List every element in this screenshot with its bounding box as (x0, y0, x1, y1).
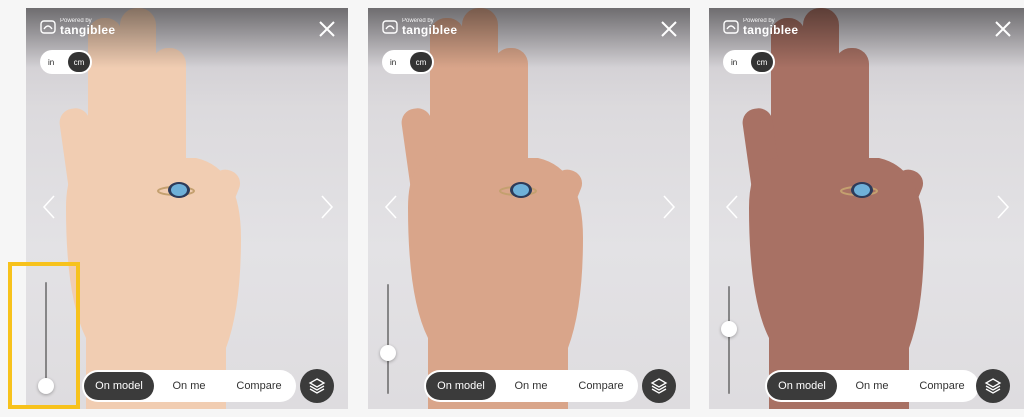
unit-cm-option[interactable]: cm (68, 52, 90, 72)
brand-logo: Powered by tangiblee (382, 18, 457, 36)
skin-tone-slider[interactable] (721, 286, 737, 394)
slider-track[interactable] (728, 286, 730, 394)
close-icon[interactable] (660, 20, 678, 38)
unit-toggle[interactable]: in cm (723, 50, 775, 74)
unit-inch-option[interactable]: in (48, 58, 54, 67)
slider-thumb[interactable] (380, 345, 396, 362)
tangiblee-logo-icon (382, 20, 398, 34)
chevron-left-icon[interactable] (42, 194, 56, 220)
try-on-panel-3: Powered by tangiblee in cm On model On m… (709, 8, 1024, 409)
unit-toggle[interactable]: in cm (40, 50, 92, 74)
slider-track[interactable] (387, 284, 389, 394)
brand-logo: Powered by tangiblee (723, 18, 798, 36)
skin-tone-slider[interactable] (380, 284, 396, 394)
unit-toggle[interactable]: in cm (382, 50, 434, 74)
mode-on-model-button[interactable]: On model (426, 372, 496, 400)
powered-by-label: Powered by (402, 18, 434, 24)
close-icon[interactable] (994, 20, 1012, 38)
tangiblee-logo-icon (40, 20, 56, 34)
layers-icon (984, 378, 1002, 394)
slider-thumb[interactable] (721, 320, 737, 337)
chevron-right-icon[interactable] (320, 194, 334, 220)
powered-by-label: Powered by (60, 18, 92, 24)
unit-inch-option[interactable]: in (390, 58, 396, 67)
unit-cm-option[interactable]: cm (751, 52, 773, 72)
close-icon[interactable] (318, 20, 336, 38)
layers-button[interactable] (642, 369, 676, 403)
skin-tone-slider[interactable] (38, 282, 54, 394)
try-on-panel-1: Powered by tangiblee in cm On model On m… (26, 8, 348, 409)
unit-inch-option[interactable]: in (731, 58, 737, 67)
mode-on-me-button[interactable]: On me (837, 372, 907, 400)
mode-on-model-button[interactable]: On model (84, 372, 154, 400)
view-mode-switch: On model On me Compare (424, 370, 638, 402)
powered-by-label: Powered by (743, 18, 775, 24)
mode-compare-button[interactable]: Compare (907, 372, 977, 400)
layers-button[interactable] (976, 369, 1010, 403)
layers-icon (650, 378, 668, 394)
view-mode-switch: On model On me Compare (82, 370, 296, 402)
mode-on-model-button[interactable]: On model (767, 372, 837, 400)
mode-on-me-button[interactable]: On me (496, 372, 566, 400)
brand-name: tangiblee (60, 23, 116, 37)
brand-name: tangiblee (743, 23, 799, 37)
unit-cm-option[interactable]: cm (410, 52, 432, 72)
mode-compare-button[interactable]: Compare (224, 372, 294, 400)
view-mode-switch: On model On me Compare (765, 370, 979, 402)
brand-logo: Powered by tangiblee (40, 18, 115, 36)
chevron-left-icon[interactable] (384, 194, 398, 220)
slider-thumb[interactable] (38, 378, 54, 394)
layers-button[interactable] (300, 369, 334, 403)
chevron-right-icon[interactable] (996, 194, 1010, 220)
tangiblee-logo-icon (723, 20, 739, 34)
chevron-right-icon[interactable] (662, 194, 676, 220)
chevron-left-icon[interactable] (725, 194, 739, 220)
try-on-panel-2: Powered by tangiblee in cm On model On m… (368, 8, 690, 409)
mode-on-me-button[interactable]: On me (154, 372, 224, 400)
layers-icon (308, 378, 326, 394)
mode-compare-button[interactable]: Compare (566, 372, 636, 400)
brand-name: tangiblee (402, 23, 458, 37)
